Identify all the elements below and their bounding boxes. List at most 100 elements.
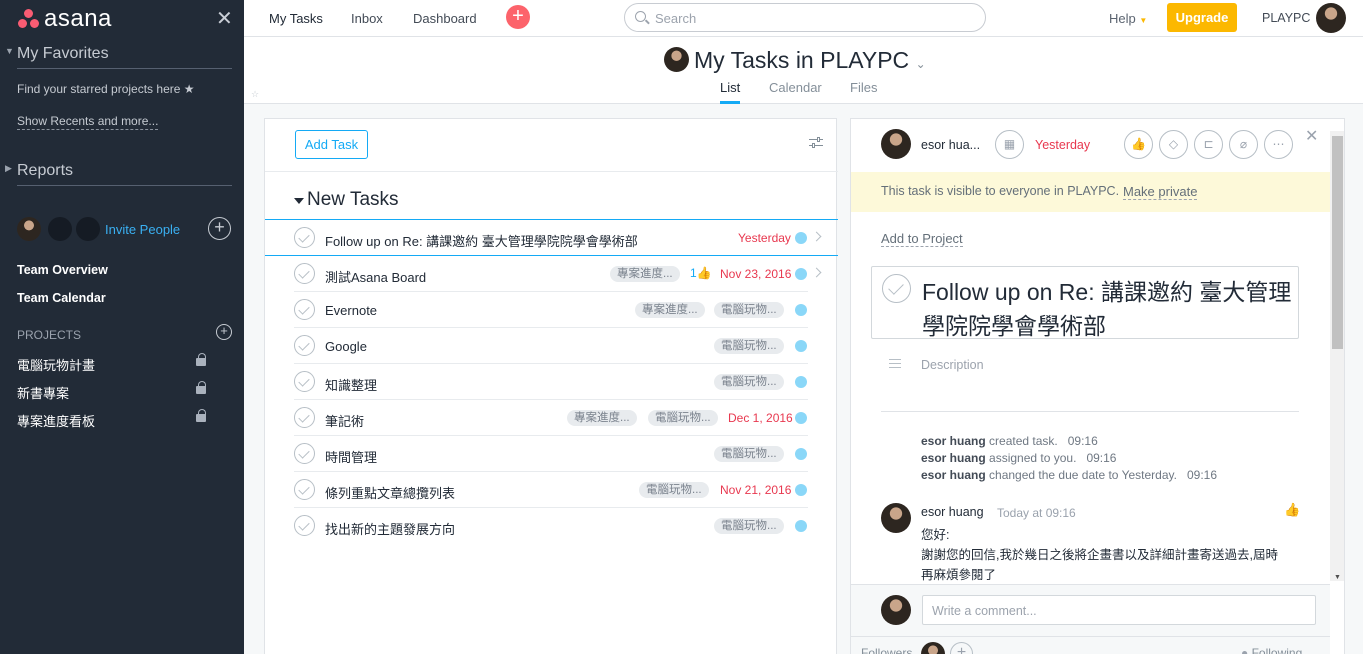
nav-inbox[interactable]: Inbox: [351, 11, 383, 26]
project-tag[interactable]: 電腦玩物...: [714, 374, 784, 390]
scroll-down-arrow-icon[interactable]: ▼: [1334, 574, 1341, 581]
upgrade-button[interactable]: Upgrade: [1167, 3, 1237, 32]
chevron-down-icon[interactable]: ⌄: [916, 57, 926, 71]
complete-check-icon[interactable]: [294, 479, 315, 500]
task-name[interactable]: 找出新的主題發展方向: [325, 519, 455, 538]
tab-list[interactable]: List: [720, 80, 741, 104]
close-sidebar-icon[interactable]: ✕: [216, 6, 233, 31]
assignee-name[interactable]: esor hua...: [921, 138, 980, 152]
task-name[interactable]: 筆記術: [325, 411, 364, 430]
complete-check-icon[interactable]: [294, 299, 315, 320]
chevron-right-icon[interactable]: [811, 267, 822, 278]
tag-icon[interactable]: ◇: [1159, 130, 1188, 159]
task-row[interactable]: Evernote 專案進度... 電腦玩物...: [265, 292, 838, 328]
task-name[interactable]: Follow up on Re: 講課邀約 臺大管理學院院學會學術部: [325, 231, 638, 250]
add-member-button[interactable]: +: [208, 217, 231, 240]
close-icon[interactable]: ✕: [1305, 126, 1318, 146]
tab-calendar[interactable]: Calendar: [769, 80, 822, 95]
add-task-button[interactable]: Add Task: [295, 130, 368, 159]
project-tag[interactable]: 電腦玩物...: [639, 482, 709, 498]
caret-down-icon[interactable]: ▼: [5, 46, 14, 56]
task-name[interactable]: 測試Asana Board: [325, 267, 426, 286]
add-follower-button[interactable]: +: [950, 642, 973, 654]
nav-dashboard[interactable]: Dashboard: [413, 11, 477, 26]
description-field[interactable]: Description: [921, 358, 984, 372]
asana-logo[interactable]: asana: [18, 5, 112, 33]
make-private-link[interactable]: Make private: [1123, 184, 1198, 200]
project-tag[interactable]: 電腦玩物...: [714, 446, 784, 462]
nav-my-tasks[interactable]: My Tasks: [269, 11, 323, 26]
project-tag[interactable]: 專案進度...: [635, 302, 705, 318]
due-date[interactable]: Yesterday: [1035, 138, 1090, 152]
project-tag[interactable]: 電腦玩物...: [714, 518, 784, 534]
following-toggle[interactable]: ● Following: [1241, 646, 1302, 654]
team-overview-link[interactable]: Team Overview: [17, 263, 108, 277]
due-date[interactable]: Dec 1, 2016: [728, 411, 793, 425]
tab-files[interactable]: Files: [850, 80, 877, 95]
task-row[interactable]: 測試Asana Board 專案進度... 1👍 Nov 23, 2016: [265, 256, 838, 292]
task-name[interactable]: 知識整理: [325, 375, 377, 394]
more-icon[interactable]: ⋯: [1264, 130, 1293, 159]
add-to-project-link[interactable]: Add to Project: [881, 231, 963, 247]
like-icon[interactable]: 👍: [1124, 130, 1153, 159]
invite-people-link[interactable]: Invite People: [105, 222, 180, 237]
sidebar-project-item[interactable]: 專案進度看板: [17, 411, 95, 430]
user-avatar[interactable]: [1316, 3, 1346, 33]
like-count[interactable]: 1👍: [690, 266, 712, 280]
task-name[interactable]: 條列重點文章總攬列表: [325, 483, 455, 502]
task-row[interactable]: 時間管理 電腦玩物...: [265, 436, 838, 472]
task-row[interactable]: Follow up on Re: 講課邀約 臺大管理學院院學會學術部 Yeste…: [265, 220, 838, 256]
task-title-field[interactable]: Follow up on Re: 講課邀約 臺大管理學院院學會學術部: [871, 266, 1299, 339]
scrollbar[interactable]: ▼: [1330, 131, 1344, 581]
task-row[interactable]: 找出新的主題發展方向 電腦玩物...: [265, 508, 838, 544]
project-tag[interactable]: 專案進度...: [610, 266, 680, 282]
complete-check-icon[interactable]: [294, 335, 315, 356]
task-row[interactable]: 筆記術 專案進度... 電腦玩物... Dec 1, 2016: [265, 400, 838, 436]
complete-check-icon[interactable]: [294, 515, 315, 536]
member-avatar[interactable]: [48, 217, 72, 241]
project-tag[interactable]: 專案進度...: [567, 410, 637, 426]
page-title[interactable]: My Tasks in PLAYPC ⌄: [694, 47, 926, 74]
follower-avatar[interactable]: [921, 642, 945, 654]
comment-input[interactable]: Write a comment...: [922, 595, 1316, 625]
chevron-right-icon[interactable]: [811, 231, 822, 242]
complete-check-icon[interactable]: [294, 407, 315, 428]
quick-add-button[interactable]: +: [506, 5, 530, 29]
caret-right-icon[interactable]: ▶: [5, 163, 12, 174]
task-title[interactable]: Follow up on Re: 講課邀約 臺大管理學院院學會學術部: [922, 275, 1292, 343]
complete-check-icon[interactable]: [294, 263, 315, 284]
comment-author[interactable]: esor huang: [921, 505, 984, 519]
complete-check-icon[interactable]: [294, 227, 315, 248]
filter-settings-icon[interactable]: [809, 136, 823, 150]
add-project-button[interactable]: +: [216, 324, 232, 340]
team-calendar-link[interactable]: Team Calendar: [17, 291, 106, 305]
avatar[interactable]: [17, 217, 41, 241]
due-date[interactable]: Nov 23, 2016: [720, 267, 791, 281]
task-name[interactable]: Google: [325, 339, 367, 354]
task-row[interactable]: 知識整理 電腦玩物...: [265, 364, 838, 400]
complete-check-icon[interactable]: [294, 371, 315, 392]
subtask-icon[interactable]: ⊏: [1194, 130, 1223, 159]
project-tag[interactable]: 電腦玩物...: [648, 410, 718, 426]
sidebar-project-item[interactable]: 新書專案: [17, 383, 69, 402]
favorites-title[interactable]: My Favorites: [17, 45, 109, 63]
scrollbar-thumb[interactable]: [1332, 136, 1343, 349]
project-tag[interactable]: 電腦玩物...: [714, 338, 784, 354]
task-name[interactable]: 時間管理: [325, 447, 377, 466]
org-switcher[interactable]: PLAYPC: [1262, 11, 1310, 25]
calendar-icon[interactable]: ▦: [995, 130, 1024, 159]
help-menu[interactable]: Help ▼: [1109, 11, 1147, 26]
complete-check-icon[interactable]: [294, 443, 315, 464]
section-title[interactable]: New Tasks: [307, 189, 399, 211]
due-date[interactable]: Yesterday: [738, 231, 791, 245]
due-date[interactable]: Nov 21, 2016: [720, 483, 791, 497]
task-row[interactable]: 條列重點文章總攬列表 電腦玩物... Nov 21, 2016: [265, 472, 838, 508]
thumbs-up-icon[interactable]: 👍: [1284, 502, 1300, 518]
member-avatar[interactable]: [76, 217, 100, 241]
show-recents-link[interactable]: Show Recents and more...: [17, 114, 159, 130]
star-icon[interactable]: ☆: [251, 89, 259, 100]
complete-check-icon[interactable]: [882, 274, 911, 303]
task-name[interactable]: Evernote: [325, 303, 377, 318]
sidebar-project-item[interactable]: 電腦玩物計畫: [17, 355, 95, 374]
attachment-icon[interactable]: ⌀: [1229, 130, 1258, 159]
